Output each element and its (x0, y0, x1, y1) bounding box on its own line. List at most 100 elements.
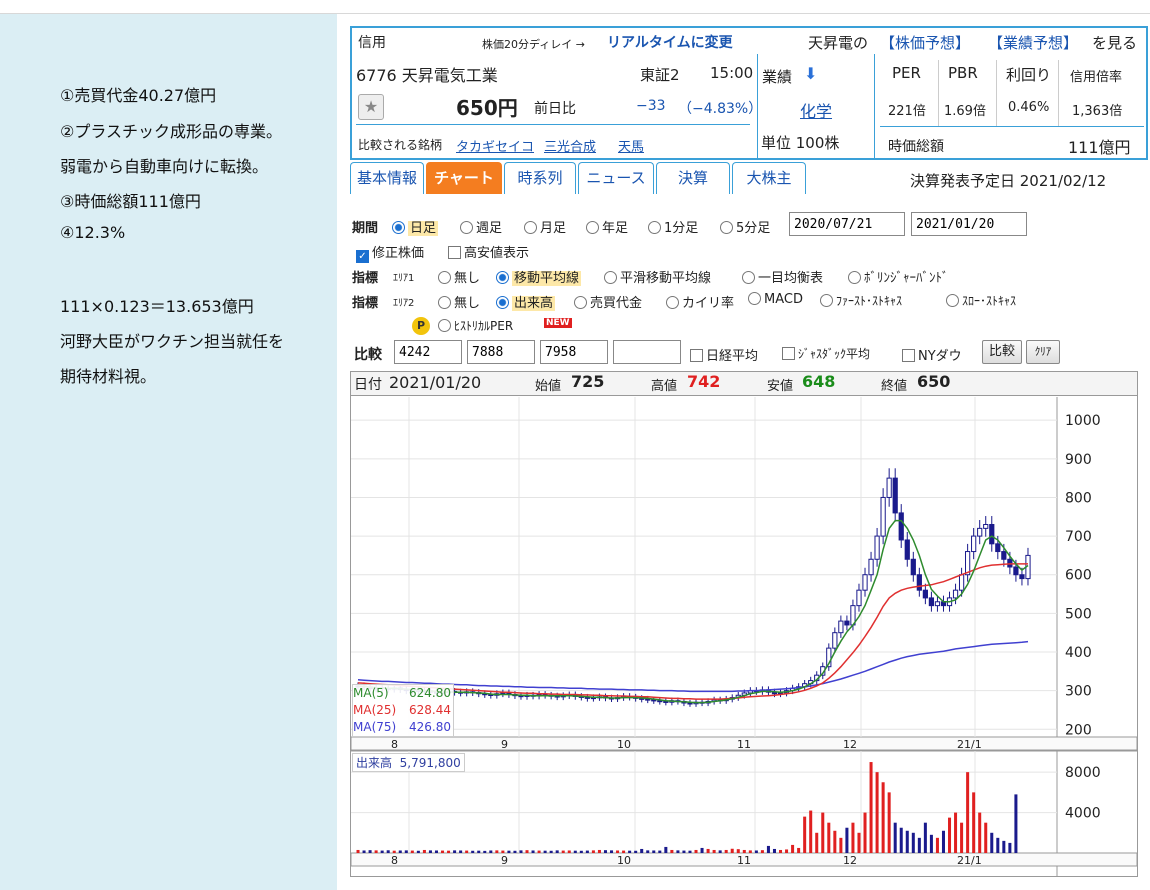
volume-bar (960, 822, 964, 853)
volume-bar (561, 850, 565, 853)
compare-link[interactable]: タカギセイコ (456, 136, 534, 155)
period-option[interactable]: 5分足 (720, 217, 770, 236)
compare-code-input[interactable] (613, 340, 681, 364)
volume-bar (978, 812, 982, 853)
hikaku-button[interactable]: 比較 (982, 340, 1022, 364)
volume-bar (845, 827, 849, 853)
ohlc-date: 2021/01/20 (389, 373, 482, 392)
y-tick-label: 1000 (1065, 413, 1101, 429)
nikkei-checkbox[interactable]: 日経平均 (690, 345, 758, 364)
tab-jikeiretsu[interactable]: 時系列 (504, 162, 576, 194)
shusei-checkbox[interactable]: ✓ 修正株価 (356, 242, 424, 263)
per-option[interactable]: ﾋｽﾄﾘｶﾙPER (438, 317, 513, 334)
area1-option[interactable]: 移動平均線 (496, 267, 582, 286)
compare-link[interactable]: 天馬 (618, 136, 644, 155)
volume-bar (966, 772, 970, 853)
volume-bar (754, 850, 758, 853)
candle-body (1001, 551, 1007, 560)
area2-option[interactable]: 無し (438, 292, 480, 311)
area2-option[interactable]: 売買代金 (574, 292, 642, 311)
y-tick-label: 500 (1065, 606, 1092, 622)
area1-option[interactable]: ﾎﾞﾘﾝｼﾞｬｰﾊﾞﾝﾄﾞ (848, 267, 949, 286)
volume-bar (597, 849, 601, 853)
volume-bar (640, 848, 644, 853)
wo-miru-text: を見る (1092, 34, 1138, 52)
volume-bar (833, 830, 837, 853)
area1-option[interactable]: 一目均衡表 (742, 267, 823, 286)
ma75-line (357, 640, 1029, 693)
volume-bar (706, 848, 710, 853)
compare-code-input[interactable] (394, 340, 462, 364)
metric-head: 利回り (1006, 66, 1052, 84)
takayasu-checkbox[interactable]: 高安値表示 (448, 242, 529, 261)
memo-line: ①売買代金40.27億円 (60, 86, 217, 105)
quote-box: 信用 株価20分ディレイ → リアルタイムに変更 天昇電の 【株価予想】 【業績… (350, 26, 1148, 160)
tab-kessan[interactable]: 決算 (656, 162, 730, 194)
volume-bar (549, 850, 553, 853)
tab-news[interactable]: ニュース (578, 162, 654, 194)
kikan-label: 期間 (352, 221, 379, 236)
volume-bar (724, 849, 728, 853)
volume-bar (682, 850, 686, 853)
candle-body (1007, 558, 1013, 568)
volume-bar (356, 849, 360, 853)
volume-bar (525, 850, 529, 853)
realtime-link[interactable]: リアルタイムに変更 (607, 32, 733, 52)
area2-option[interactable]: ｽﾛｰ･ｽﾄｷｬｽ (946, 292, 1016, 309)
period-option[interactable]: 週足 (460, 217, 502, 236)
current-price: 650円 (456, 96, 518, 120)
y-tick-label: 900 (1065, 452, 1092, 468)
area2-option[interactable]: ﾌｧｰｽﾄ･ｽﾄｷｬｽ (820, 292, 902, 309)
candle-body (880, 496, 886, 537)
sector-link[interactable]: 化学 (800, 98, 832, 122)
candle-body (886, 477, 892, 498)
y-tick-label: 200 (1065, 722, 1092, 738)
area2-option[interactable]: 出来高 (496, 292, 556, 311)
volume-bar (857, 832, 861, 853)
tab-kihon[interactable]: 基本情報 (350, 162, 424, 194)
compare-link[interactable]: 三光合成 (544, 136, 596, 155)
period-option[interactable]: 日足 (392, 217, 439, 236)
nydow-checkbox[interactable]: NYダウ (902, 345, 962, 364)
tab-chart[interactable]: チャート (426, 162, 502, 194)
area1-option[interactable]: 無し (438, 267, 480, 286)
volume-bar (555, 850, 559, 853)
volume-bar (428, 850, 432, 853)
kabuka-yoso-link[interactable]: 【株価予想】 (880, 32, 970, 53)
volume-bar (573, 850, 577, 853)
candle-body (910, 558, 916, 576)
tab-kabunushi[interactable]: 大株主 (732, 162, 806, 194)
favorite-star-icon[interactable]: ★ (358, 94, 384, 120)
clear-button[interactable]: ｸﾘｱ (1026, 340, 1060, 364)
date-to-input[interactable] (911, 212, 1027, 236)
price-change: −33 (636, 98, 666, 114)
area1-option[interactable]: 平滑移動平均線 (604, 267, 711, 286)
period-option[interactable]: 月足 (524, 217, 566, 236)
jasdaq-checkbox[interactable]: ｼﾞｬｽﾀﾞｯｸ平均 (782, 345, 870, 362)
area2-option[interactable]: カイリ率 (666, 292, 734, 311)
memo-line: 111×0.123＝13.653億円 (60, 297, 254, 316)
period-option[interactable]: 年足 (586, 217, 628, 236)
period-option[interactable]: 1分足 (648, 217, 698, 236)
volume-bar (772, 848, 776, 853)
gyoseki-yoso-link[interactable]: 【業績予想】 (988, 32, 1078, 53)
area2-option[interactable]: MACD (748, 292, 803, 307)
shihyo-label: 指標 (352, 296, 379, 311)
volume-bar (803, 816, 807, 853)
ma25-line (357, 563, 1028, 700)
volume-bar (603, 850, 607, 853)
compare-code-input[interactable] (540, 340, 608, 364)
zenjitsu-label: 前日比 (534, 101, 576, 117)
volume-bar (471, 850, 475, 853)
low-value: 648 (802, 372, 836, 391)
hikaku-label: 比較 (354, 347, 382, 363)
candle-body (856, 589, 862, 607)
date-from-input[interactable] (789, 212, 905, 236)
quote-time: 15:00 (710, 64, 754, 82)
candle-body (952, 589, 959, 599)
volume-bar (996, 837, 1000, 853)
volume-bar (410, 850, 414, 853)
compare-code-input[interactable] (467, 340, 535, 364)
volume-bar (362, 850, 366, 853)
volume-bar (495, 850, 499, 853)
